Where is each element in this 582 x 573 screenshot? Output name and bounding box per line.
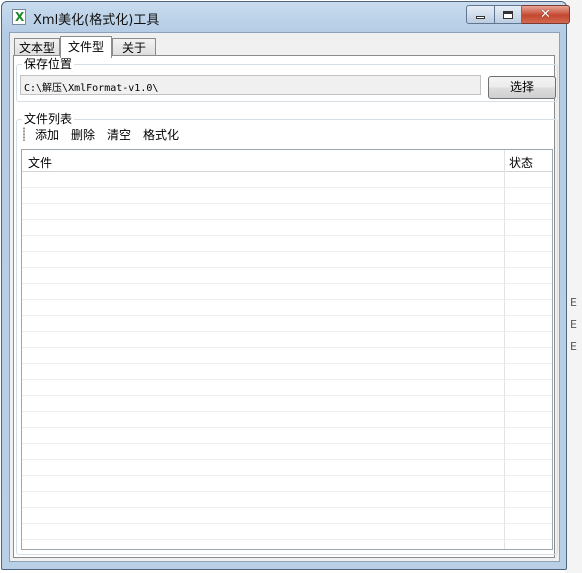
grid-header: 文件 状态: [22, 150, 552, 172]
close-button[interactable]: ✕: [522, 5, 570, 24]
toolbar-grip-icon[interactable]: [23, 127, 25, 141]
background-text-fragment: E: [570, 296, 577, 309]
tab-file-mode[interactable]: 文件型: [60, 36, 112, 58]
file-list-grid[interactable]: 文件 状态: [21, 149, 553, 550]
delete-file-button[interactable]: 删除: [71, 126, 95, 143]
column-header-file[interactable]: 文件: [28, 154, 52, 171]
save-path-input[interactable]: C:\解压\XmlFormat-v1.0\: [20, 75, 481, 95]
minimize-button[interactable]: [466, 5, 495, 24]
close-icon: ✕: [540, 7, 551, 22]
window-title: Xml美化(格式化)工具: [33, 13, 160, 28]
format-button[interactable]: 格式化: [143, 126, 179, 143]
select-folder-button[interactable]: 选择: [488, 76, 556, 99]
caption-buttons: ✕: [466, 5, 570, 24]
background-window-strip: [565, 0, 582, 573]
title-bar[interactable]: X Xml美化(格式化)工具 ✕: [2, 2, 570, 32]
add-file-button[interactable]: 添加: [35, 126, 59, 143]
background-text-fragment: E: [570, 318, 577, 331]
grid-body[interactable]: [22, 172, 552, 549]
background-text-fragment: E: [570, 340, 577, 353]
maximize-button[interactable]: [495, 5, 522, 24]
minimize-icon: [476, 16, 485, 19]
clear-list-button[interactable]: 清空: [107, 126, 131, 143]
xml-app-icon[interactable]: X: [12, 9, 26, 25]
maximize-icon: [503, 10, 513, 19]
column-header-status[interactable]: 状态: [509, 154, 533, 171]
file-toolbar: 添加 删除 清空 格式化: [17, 123, 555, 145]
save-location-title: 保存位置: [22, 57, 75, 71]
